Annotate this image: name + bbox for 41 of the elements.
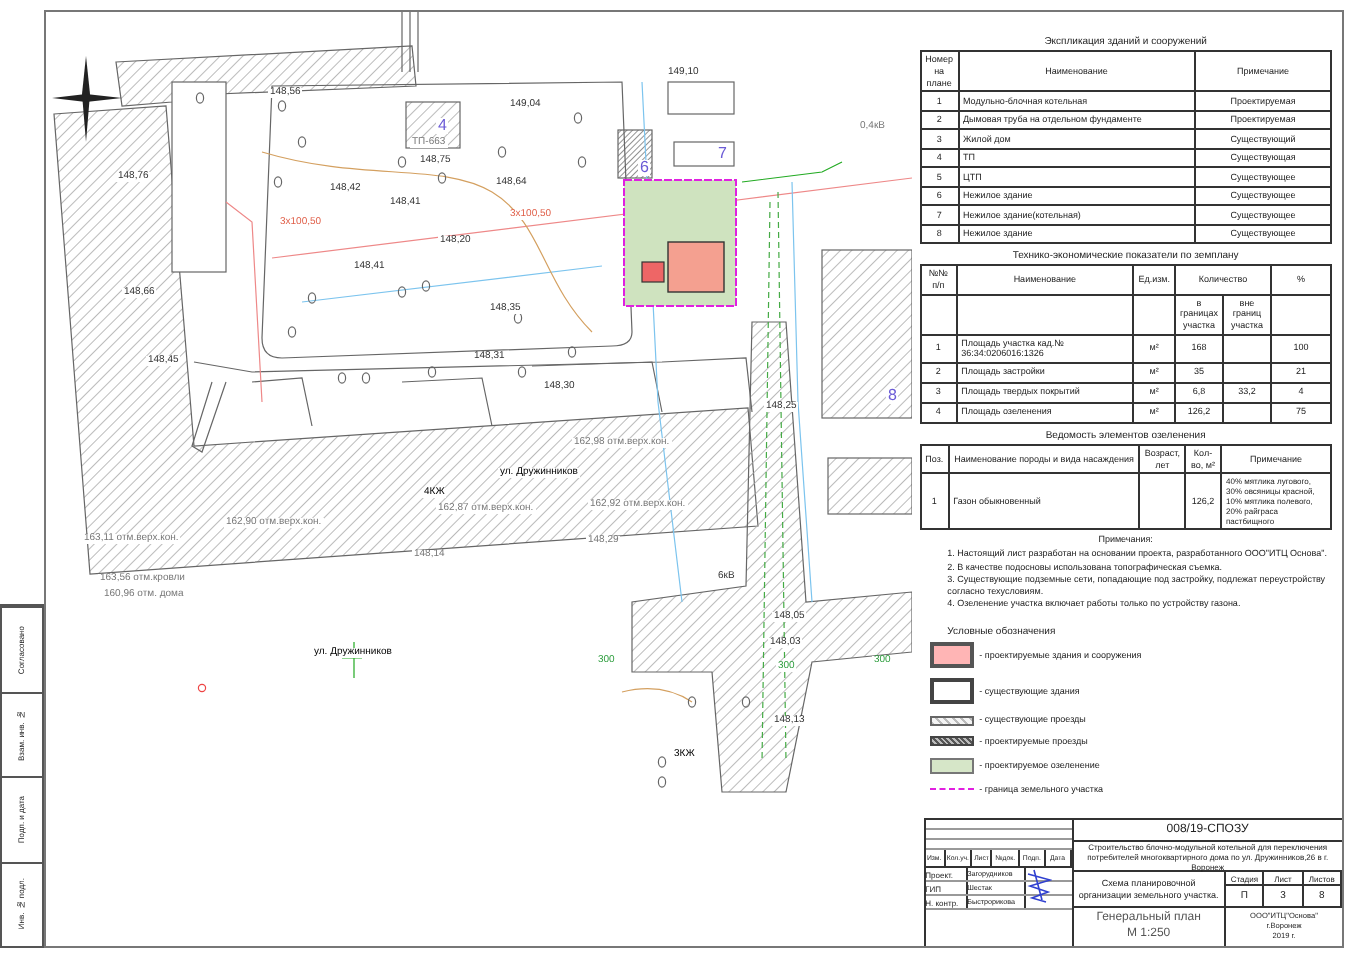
tree-icon xyxy=(307,292,317,304)
tree-icon xyxy=(273,176,283,188)
tree-icon xyxy=(337,372,347,384)
tree-icon xyxy=(421,280,431,292)
tree-icon xyxy=(573,112,583,124)
table-cell xyxy=(1223,402,1271,423)
tree-icon xyxy=(397,286,407,298)
tree-icon xyxy=(427,366,437,378)
ramp-outline xyxy=(191,381,227,453)
map-label: 7 xyxy=(716,146,729,162)
signature-drawing xyxy=(1025,868,1052,904)
tree-icon xyxy=(287,326,297,338)
building-outline xyxy=(667,81,735,115)
compass-icon xyxy=(52,56,122,142)
tree-icon xyxy=(437,172,447,184)
tree-icon xyxy=(687,696,697,708)
proposed-building xyxy=(667,241,725,293)
tree-icon xyxy=(577,156,587,168)
survey-point-icon xyxy=(197,683,207,693)
tree-icon xyxy=(497,146,507,158)
heat-pipe-line xyxy=(741,161,843,183)
map-label: 6 xyxy=(638,160,651,176)
map-label: 8 xyxy=(886,388,899,404)
gas-pipe-line xyxy=(621,688,693,703)
chimney-block xyxy=(641,261,665,283)
building-outline xyxy=(827,457,912,515)
tree-icon xyxy=(517,366,527,378)
tree-icon xyxy=(741,696,751,708)
pipe-line xyxy=(401,12,419,73)
table-cell xyxy=(1139,473,1185,530)
tree-icon xyxy=(195,92,205,104)
tree-icon xyxy=(397,156,407,168)
map-label: 4 xyxy=(436,118,449,134)
tree-icon xyxy=(567,346,577,358)
tree-icon xyxy=(361,372,371,384)
table-cell xyxy=(1223,334,1271,363)
tree-icon xyxy=(297,136,307,148)
tree-icon xyxy=(513,312,523,324)
building-outline xyxy=(673,141,735,167)
table-cell xyxy=(1223,362,1271,383)
tree-icon xyxy=(277,100,287,112)
